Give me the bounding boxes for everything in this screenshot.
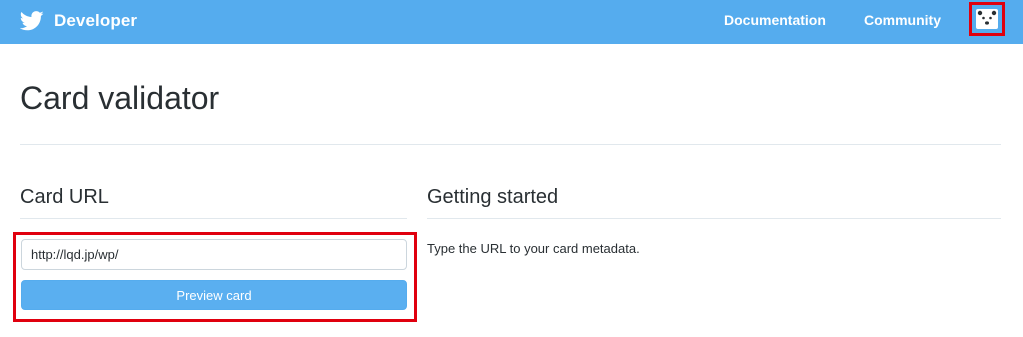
avatar-highlight-box: [969, 2, 1005, 36]
brand-label: Developer: [54, 11, 138, 30]
nav-community-link[interactable]: Community: [864, 12, 941, 28]
card-url-heading: Card URL: [20, 183, 407, 219]
brand-link[interactable]: Developer: [19, 8, 138, 34]
top-nav-bar: Developer Documentation Community: [0, 0, 1023, 44]
card-url-input[interactable]: [21, 239, 407, 270]
nav-documentation-link[interactable]: Documentation: [724, 12, 826, 28]
getting-started-text: Type the URL to your card metadata.: [427, 241, 640, 256]
preview-card-button[interactable]: Preview card: [21, 280, 407, 310]
bear-face-icon: [977, 10, 997, 25]
title-divider: [20, 144, 1001, 145]
page-title: Card validator: [20, 80, 220, 116]
twitter-bird-icon: [19, 10, 44, 32]
getting-started-section: Getting started: [427, 183, 1001, 219]
card-url-section: Card URL: [20, 183, 407, 219]
getting-started-heading: Getting started: [427, 183, 1001, 219]
avatar[interactable]: [976, 9, 998, 29]
